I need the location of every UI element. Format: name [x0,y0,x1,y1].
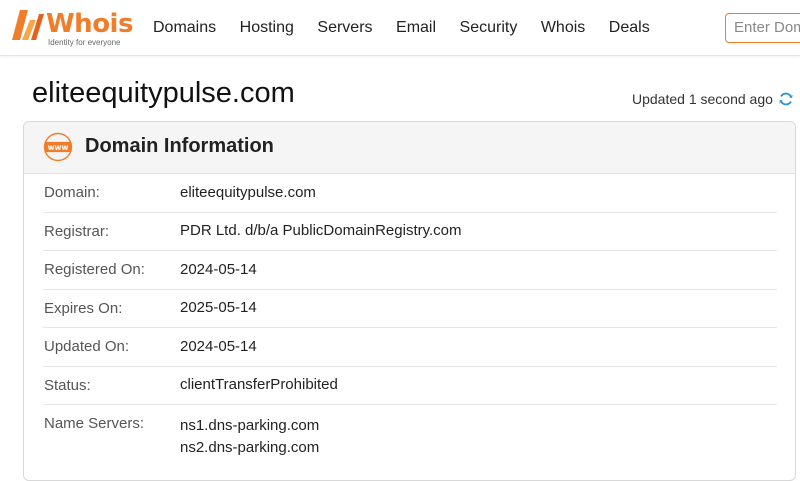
top-navbar: Whois Identity for everyone Domains Host… [0,0,800,56]
row-label: Registrar: [44,222,110,240]
row-value: eliteequitypulse.com [180,183,316,201]
nav-whois[interactable]: Whois [541,19,585,37]
nav-domains[interactable]: Domains [153,19,216,37]
row-name-servers: Name Servers: ns1.dns-parking.com ns2.dn… [43,405,777,459]
card-title: Domain Information [85,135,274,157]
refresh-icon[interactable] [778,91,794,107]
updated-text: Updated 1 second ago [632,91,773,107]
nav-hosting[interactable]: Hosting [240,19,294,37]
whois-logo[interactable]: Whois Identity for everyone [6,6,133,48]
row-domain: Domain: eliteequitypulse.com [43,174,777,213]
domain-info-table: Domain: eliteequitypulse.com Registrar: … [43,174,777,459]
nav-security[interactable]: Security [460,19,518,37]
row-label: Updated On: [44,338,130,356]
row-label: Domain: [44,184,100,202]
row-value: 2024-05-14 [180,260,257,278]
name-server: ns1.dns-parking.com [180,417,320,434]
logo-text: Whois [46,9,133,39]
nav-deals[interactable]: Deals [609,19,650,37]
logo-tagline: Identity for everyone [48,38,121,47]
row-status: Status: clientTransferProhibited [43,367,777,405]
row-registered-on: Registered On: 2024-05-14 [43,251,777,290]
www-globe-icon: www [43,132,73,162]
row-value: 2024-05-14 [180,337,257,355]
row-label: Status: [44,376,91,394]
whois-logo-icon [12,10,44,40]
card-header: www Domain Information [24,122,795,174]
row-value: PDR Ltd. d/b/a PublicDomainRegistry.com [180,222,462,240]
svg-text:www: www [48,143,69,152]
row-registrar: Registrar: PDR Ltd. d/b/a PublicDomainRe… [43,213,777,251]
name-server-list: ns1.dns-parking.com ns2.dns-parking.com [180,415,319,459]
row-expires-on: Expires On: 2025-05-14 [43,290,777,328]
page-title: eliteequitypulse.com [32,77,295,109]
domain-information-card: www Domain Information Domain: eliteequi… [23,121,796,481]
row-label: Name Servers: [44,415,145,432]
row-value: 2025-05-14 [180,299,257,317]
updated-status: Updated 1 second ago [632,91,794,107]
row-value: clientTransferProhibited [180,376,338,394]
row-label: Expires On: [44,299,123,317]
row-updated-on: Updated On: 2024-05-14 [43,328,777,367]
domain-search-input[interactable]: Enter Domain [725,13,800,43]
main-nav: Domains Hosting Servers Email Security W… [153,0,673,56]
nav-email[interactable]: Email [396,19,436,37]
nav-servers[interactable]: Servers [317,19,372,37]
name-server: ns2.dns-parking.com [180,439,320,456]
row-label: Registered On: [44,261,145,279]
